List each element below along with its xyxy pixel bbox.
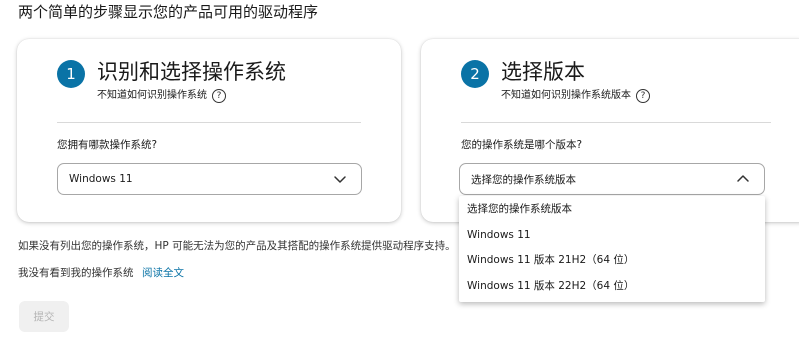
step-2-help-text: 不知道如何识别操作系统版本 <box>501 90 631 101</box>
version-select-value: 选择您的操作系统版本 <box>471 173 576 186</box>
step-2-help[interactable]: 不知道如何识别操作系统版本 ? <box>501 88 650 104</box>
step-1-help[interactable]: 不知道如何识别操作系统 ? <box>97 88 226 104</box>
os-select[interactable]: Windows 11 <box>57 163 362 195</box>
os-field-label: 您拥有哪款操作系统? <box>57 139 158 151</box>
os-support-notice: 如果没有列出您的操作系统，HP 可能无法为您的产品及其搭配的操作系统提供驱动程序… <box>18 240 456 252</box>
step-1-help-text: 不知道如何识别操作系统 <box>97 90 207 101</box>
step-1-card: 1 识别和选择操作系统 不知道如何识别操作系统 ? 您拥有哪款操作系统? Win… <box>17 39 401 222</box>
step-2-badge: 2 <box>461 60 489 88</box>
version-dropdown-list: 选择您的操作系统版本 Windows 11 Windows 11 版本 21H2… <box>459 196 765 302</box>
dropdown-option[interactable]: Windows 11 版本 22H2（64 位） <box>459 274 765 300</box>
chevron-down-icon <box>334 176 346 183</box>
not-seen-os-text: 我没有看到我的操作系统 <box>18 267 134 279</box>
driver-finder-page: 两个简单的步骤显示您的产品可用的驱动程序 1 识别和选择操作系统 不知道如何识别… <box>0 0 799 360</box>
dropdown-option[interactable]: Windows 11 <box>459 223 765 249</box>
divider <box>57 122 361 123</box>
step-2-title: 选择版本 <box>501 60 585 84</box>
submit-button[interactable]: 提交 <box>19 301 69 332</box>
os-select-value: Windows 11 <box>69 173 133 185</box>
step-1-title: 识别和选择操作系统 <box>97 60 286 84</box>
version-field-label: 您的操作系统是哪个版本? <box>461 139 583 151</box>
step-2-card: 2 选择版本 不知道如何识别操作系统版本 ? 您的操作系统是哪个版本? 选择您的… <box>421 39 799 222</box>
chevron-up-icon <box>737 175 749 182</box>
step-1-badge: 1 <box>57 60 85 88</box>
dropdown-option[interactable]: Windows 11 版本 21H2（64 位） <box>459 248 765 274</box>
page-title: 两个简单的步骤显示您的产品可用的驱动程序 <box>18 3 319 21</box>
question-icon[interactable]: ? <box>636 89 650 103</box>
divider <box>461 122 771 123</box>
dropdown-option[interactable]: 选择您的操作系统版本 <box>459 197 765 223</box>
read-more-link[interactable]: 阅读全文 <box>142 265 184 281</box>
version-select[interactable]: 选择您的操作系统版本 <box>459 163 765 195</box>
question-icon[interactable]: ? <box>212 89 226 103</box>
